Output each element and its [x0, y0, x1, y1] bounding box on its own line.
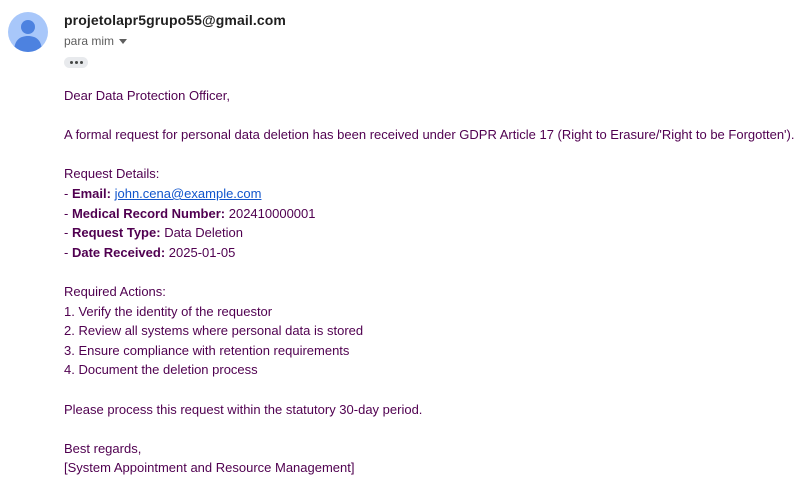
detail-label: Email:	[71, 185, 111, 201]
sender-email[interactable]: projetolapr5grupo55@gmail.com	[64, 12, 286, 28]
detail-label: Request Type:	[71, 225, 161, 241]
signoff: Best regards,	[64, 440, 142, 456]
avatar[interactable]	[8, 12, 48, 52]
intro-paragraph: A formal request for personal data delet…	[64, 127, 795, 143]
detail-line-date-received: - Date Received: 2025-01-05	[64, 244, 236, 260]
detail-value: Data Deletion	[164, 225, 243, 241]
actions-heading: Required Actions:	[64, 283, 166, 299]
details-heading: Request Details:	[64, 166, 160, 182]
signature: [System Appointment and Resource Managem…	[64, 460, 355, 476]
detail-value: 2025-01-05	[168, 244, 236, 260]
email-link[interactable]: john.cena@example.com	[115, 186, 262, 201]
detail-label: Medical Record Number:	[71, 205, 226, 221]
action-item: 2. Review all systems where personal dat…	[64, 323, 364, 339]
email-message: projetolapr5grupo55@gmail.com para mim D…	[0, 0, 809, 492]
person-icon	[14, 20, 42, 52]
action-item: 3. Ensure compliance with retention requ…	[64, 342, 350, 358]
caret-down-icon	[119, 38, 128, 44]
detail-line-request-type: - Request Type: Data Deletion	[64, 225, 243, 241]
show-trimmed-content-button[interactable]	[64, 57, 88, 68]
action-item: 1. Verify the identity of the requestor	[64, 303, 273, 319]
more-horiz-icon	[79, 61, 83, 64]
closing-note: Please process this request within the s…	[64, 401, 423, 417]
recipient-label: para mim	[64, 34, 115, 48]
recipient-dropdown[interactable]: para mim	[64, 34, 128, 48]
more-horiz-icon	[69, 61, 73, 64]
action-item: 4. Document the deletion process	[64, 362, 258, 378]
detail-line-medical-record: - Medical Record Number: 202410000001	[64, 205, 316, 221]
more-horiz-icon	[74, 61, 78, 64]
detail-value: 202410000001	[228, 205, 316, 221]
email-body: Dear Data Protection Officer, A formal r…	[64, 86, 804, 478]
detail-label: Date Received:	[71, 244, 166, 260]
detail-line-email: - Email: john.cena@example.com	[64, 185, 262, 201]
greeting: Dear Data Protection Officer,	[64, 88, 230, 103]
